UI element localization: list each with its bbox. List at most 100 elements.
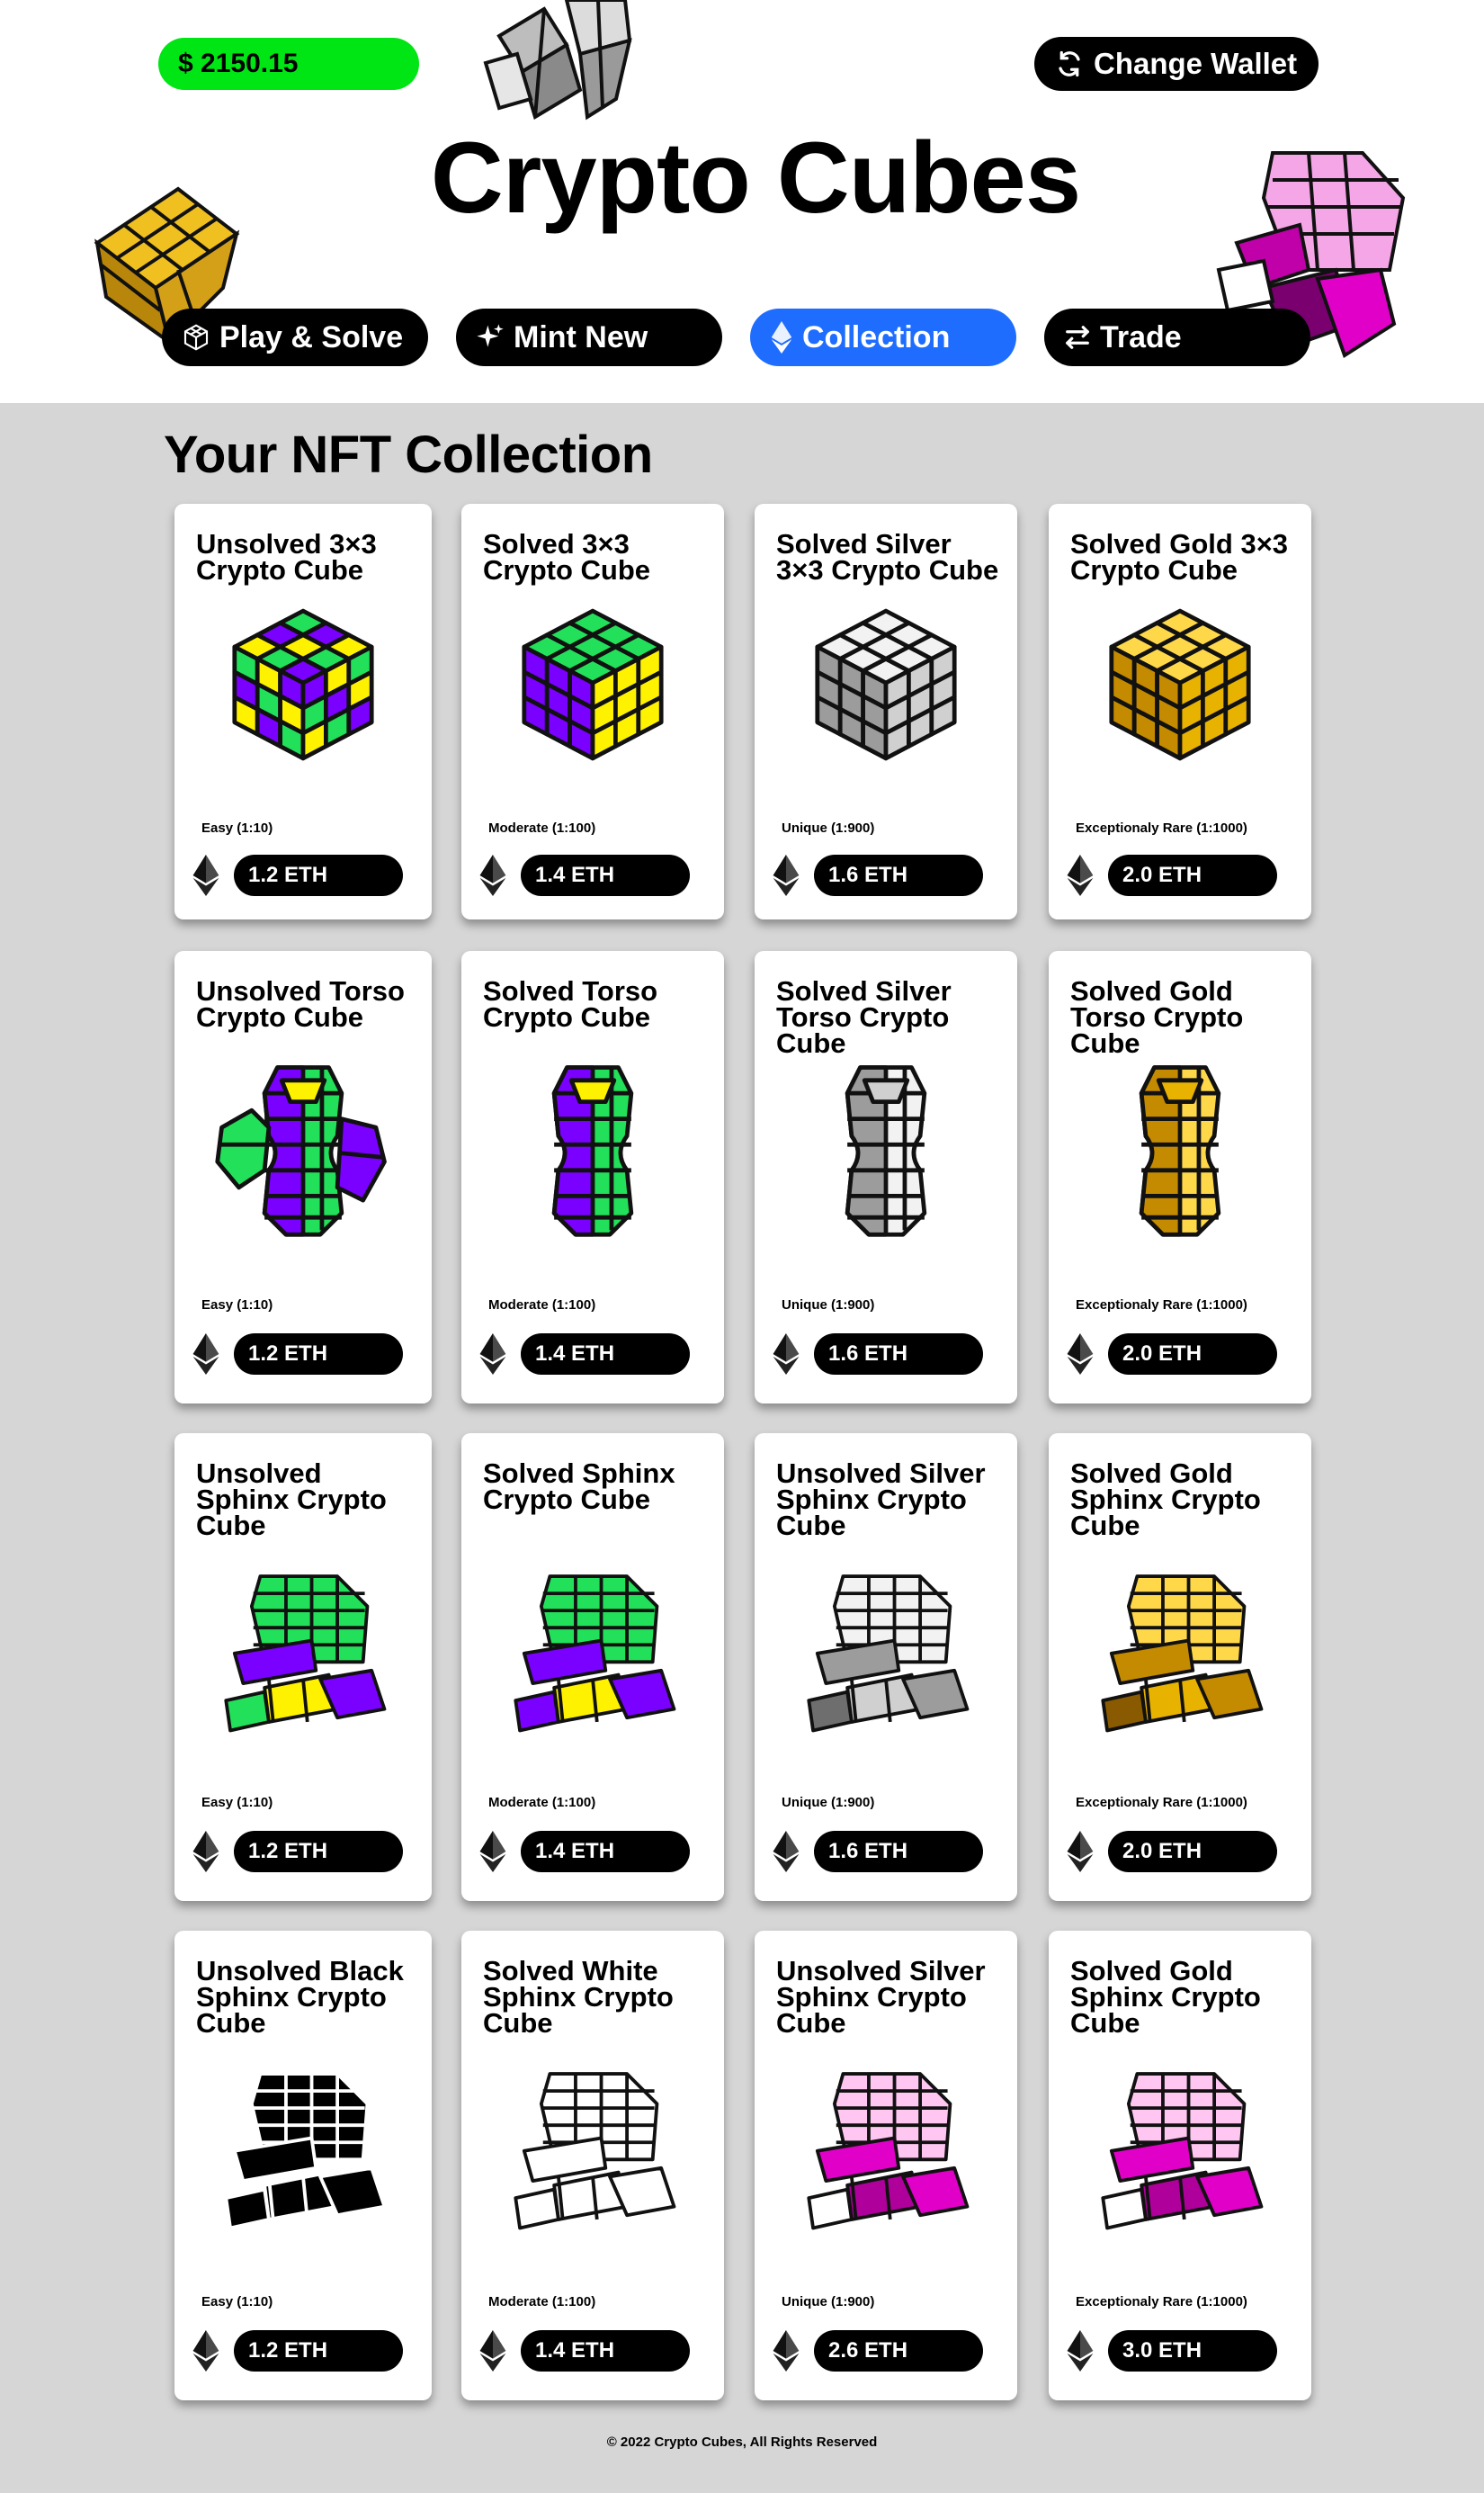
torso-unsolved-icon <box>215 1065 387 1237</box>
nav-play-solve[interactable]: Play & Solve <box>162 309 428 366</box>
nft-card[interactable]: Solved Silver 3×3 Crypto Cube Unique (1:9… <box>755 504 1017 919</box>
nav-collection[interactable]: Collection <box>750 309 1016 366</box>
nft-card[interactable]: Solved Gold Sphinx Crypto Cube Exceptiona… <box>1049 1433 1311 1901</box>
ethereum-icon <box>192 855 219 896</box>
ethereum-icon <box>1067 1831 1094 1872</box>
nft-card[interactable]: Unsolved 3×3 Crypto Cube Easy (1:10) 1.2 E… <box>174 504 432 919</box>
ethereum-icon <box>773 1831 800 1872</box>
torso-silver-icon <box>845 1065 927 1237</box>
ethereum-icon <box>773 855 800 896</box>
price-button[interactable]: 1.4 ETH <box>521 1333 690 1375</box>
nav-trade[interactable]: Trade <box>1044 309 1310 366</box>
card-title: Solved Gold Sphinx Crypto Cube <box>1070 1457 1261 1541</box>
price-button[interactable]: 1.6 ETH <box>814 855 983 896</box>
price-button[interactable]: 2.6 ETH <box>814 2330 983 2372</box>
price-button[interactable]: 2.0 ETH <box>1108 1831 1277 1872</box>
rarity-label: Moderate (1:100) <box>488 821 596 836</box>
rarity-label: Moderate (1:100) <box>488 1795 596 1810</box>
sphinx-gold-icon <box>1101 1574 1264 1733</box>
card-title: Solved Gold Sphinx Crypto Cube <box>1070 1955 1261 2039</box>
card-title: Solved Silver 3×3 Crypto Cube <box>776 528 999 586</box>
nft-card[interactable]: Unsolved Sphinx Crypto Cube Easy (1:10) 1.… <box>174 1433 432 1901</box>
price-button[interactable]: 1.6 ETH <box>814 1831 983 1872</box>
price-button[interactable]: 1.4 ETH <box>521 2330 690 2372</box>
silver-cube-sculpture-icon <box>483 0 632 121</box>
swap-icon <box>1066 326 1089 349</box>
rarity-label: Exceptionaly Rare (1:1000) <box>1076 2294 1247 2309</box>
price-button[interactable]: 1.6 ETH <box>814 1333 983 1375</box>
nft-card[interactable]: Solved 3×3 Crypto Cube Moderate (1:100) 1.… <box>461 504 724 919</box>
sphinx-solved-icon <box>514 1574 676 1733</box>
card-title: Solved Silver Torso Crypto Cube <box>776 975 952 1059</box>
rarity-label: Unique (1:900) <box>782 1795 875 1810</box>
sphinx-white-icon <box>514 2072 676 2230</box>
rarity-label: Exceptionaly Rare (1:1000) <box>1076 821 1247 836</box>
cube-silver-icon <box>815 608 957 761</box>
card-title: Unsolved Torso Crypto Cube <box>196 975 405 1033</box>
cube-icon <box>183 324 209 351</box>
price-button[interactable]: 1.2 ETH <box>234 1333 403 1375</box>
nft-card[interactable]: Unsolved Silver Sphinx Crypto Cube Unique… <box>755 1433 1017 1901</box>
price-button[interactable]: 1.2 ETH <box>234 1831 403 1872</box>
nft-card[interactable]: Unsolved Torso Crypto Cube Easy (1:10) 1.2… <box>174 951 432 1403</box>
rarity-label: Moderate (1:100) <box>488 1297 596 1313</box>
rarity-label: Easy (1:10) <box>201 2294 273 2309</box>
nav-mint-new-label: Mint New <box>514 320 648 354</box>
card-title: Solved 3×3 Crypto Cube <box>483 528 650 586</box>
card-title: Solved Torso Crypto Cube <box>483 975 658 1033</box>
card-title: Solved Sphinx Crypto Cube <box>483 1457 675 1515</box>
nft-card[interactable]: Solved Gold Sphinx Crypto Cube Exceptiona… <box>1049 1931 1311 2400</box>
sparkle-icon <box>477 324 504 347</box>
card-title: Unsolved Black Sphinx Crypto Cube <box>196 1955 404 2039</box>
card-title: Unsolved 3×3 Crypto Cube <box>196 528 377 586</box>
card-title: Unsolved Sphinx Crypto Cube <box>196 1457 387 1541</box>
rarity-label: Exceptionaly Rare (1:1000) <box>1076 1297 1247 1313</box>
card-title: Solved Gold Torso Crypto Cube <box>1070 975 1244 1059</box>
nft-card[interactable]: Solved Torso Crypto Cube Moderate (1:100)… <box>461 951 724 1403</box>
price-button[interactable]: 1.4 ETH <box>521 1831 690 1872</box>
ethereum-icon <box>479 1831 506 1872</box>
change-wallet-button[interactable]: Change Wallet <box>1034 37 1319 91</box>
price-button[interactable]: 2.0 ETH <box>1108 1333 1277 1375</box>
nav-collection-label: Collection <box>802 320 951 354</box>
nft-card[interactable]: Solved Sphinx Crypto Cube Moderate (1:100… <box>461 1433 724 1901</box>
ethereum-icon <box>1067 855 1094 896</box>
nft-card[interactable]: Solved Gold Torso Crypto Cube Exceptional… <box>1049 951 1311 1403</box>
sphinx-pink-icon <box>807 2072 970 2230</box>
nav-mint-new[interactable]: Mint New <box>456 309 722 366</box>
ethereum-icon <box>192 2330 219 2372</box>
header: $ 2150.15 Change Wallet Crypto Cubes Pla… <box>0 0 1484 403</box>
rarity-label: Easy (1:10) <box>201 1297 273 1313</box>
cube-solved-icon <box>522 608 664 761</box>
ethereum-icon <box>479 1333 506 1375</box>
nft-card[interactable]: Unsolved Silver Sphinx Crypto Cube Unique… <box>755 1931 1017 2400</box>
ethereum-icon <box>479 855 506 896</box>
ethereum-icon <box>1067 2330 1094 2372</box>
ethereum-icon <box>771 321 792 354</box>
nft-card[interactable]: Unsolved Black Sphinx Crypto Cube Easy (1… <box>174 1931 432 2400</box>
nav-trade-label: Trade <box>1100 320 1182 354</box>
change-wallet-label: Change Wallet <box>1094 47 1298 80</box>
ethereum-icon <box>192 1831 219 1872</box>
price-button[interactable]: 1.2 ETH <box>234 2330 403 2372</box>
nft-card[interactable]: Solved White Sphinx Crypto Cube Moderate … <box>461 1931 724 2400</box>
rarity-label: Unique (1:900) <box>782 821 875 836</box>
nft-card[interactable]: Solved Gold 3×3 Crypto Cube Exceptionaly … <box>1049 504 1311 919</box>
price-button[interactable]: 1.2 ETH <box>234 855 403 896</box>
sphinx-silver-icon <box>807 1574 970 1733</box>
price-button[interactable]: 2.0 ETH <box>1108 855 1277 896</box>
site-title: Crypto Cubes <box>430 121 1081 234</box>
nft-card[interactable]: Solved Silver Torso Crypto Cube Unique (1… <box>755 951 1017 1403</box>
sphinx-unsolved-icon <box>224 1574 387 1733</box>
price-button[interactable]: 3.0 ETH <box>1108 2330 1277 2372</box>
nav-play-solve-label: Play & Solve <box>219 320 404 354</box>
ethereum-icon <box>773 2330 800 2372</box>
refresh-icon <box>1059 50 1080 77</box>
card-title: Unsolved Silver Sphinx Crypto Cube <box>776 1955 986 2039</box>
card-title: Unsolved Silver Sphinx Crypto Cube <box>776 1457 986 1541</box>
rarity-label: Easy (1:10) <box>201 821 273 836</box>
rarity-label: Unique (1:900) <box>782 1297 875 1313</box>
ethereum-icon <box>479 2330 506 2372</box>
torso-gold-icon <box>1139 1065 1221 1237</box>
price-button[interactable]: 1.4 ETH <box>521 855 690 896</box>
